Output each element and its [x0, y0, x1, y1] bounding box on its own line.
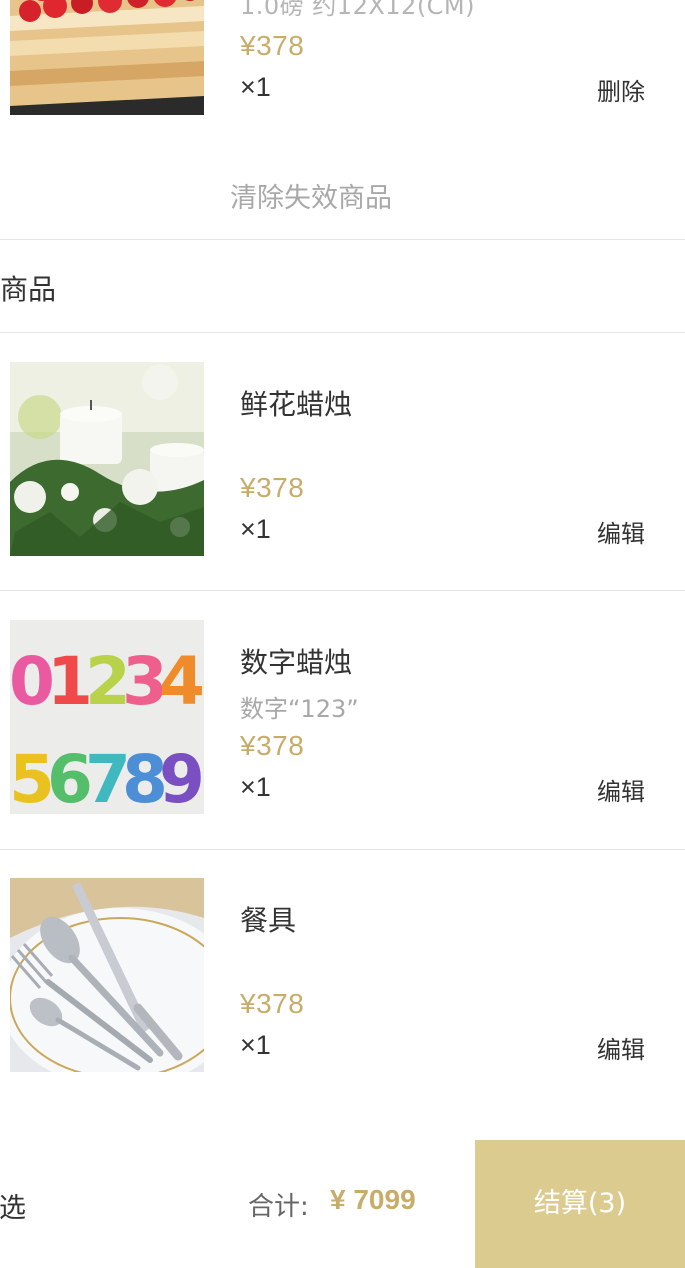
candle-digit-9: 9	[159, 741, 204, 814]
invalid-item-image	[10, 0, 204, 115]
item-spec: 数字“123”	[240, 695, 359, 723]
number-candle-image[interactable]: 0 1 2 3 4 5 6 7 8 9	[10, 620, 204, 814]
cutlery-image[interactable]	[10, 878, 204, 1072]
item-name: 鲜花蜡烛	[240, 388, 353, 421]
item-quantity: ×1	[240, 772, 271, 802]
delete-button[interactable]: 删除	[597, 72, 645, 107]
item-divider	[0, 590, 685, 591]
section-divider	[0, 239, 685, 240]
item-name: 数字蜡烛	[240, 646, 353, 679]
optional-section-title: 选商品	[0, 273, 57, 306]
item-price: ¥378	[240, 730, 305, 761]
bottom-bar: 全选 合计: ¥ 7099 结算(3)	[0, 1140, 685, 1268]
item-name: 餐具	[240, 904, 297, 937]
invalid-item-spec: 1.0磅 约12X12(CM)	[240, 0, 476, 20]
total-amount: ¥ 7099	[330, 1184, 416, 1215]
total-label: 合计:	[248, 1192, 309, 1222]
flower-candle-art	[10, 362, 204, 556]
item-divider	[0, 849, 685, 850]
number-candle-art: 0 1 2 3 4 5 6 7 8 9	[10, 620, 204, 814]
edit-button[interactable]: 编辑	[597, 1030, 645, 1065]
item-price: ¥378	[240, 988, 305, 1019]
item-quantity: ×1	[240, 514, 271, 544]
edit-button[interactable]: 编辑	[597, 772, 645, 807]
invalid-item-quantity: ×1	[240, 72, 271, 102]
candle-digit-4: 4	[159, 643, 204, 720]
clear-invalid-items-button[interactable]: 清除失效商品	[0, 176, 622, 215]
edit-button[interactable]: 编辑	[597, 514, 645, 549]
invalid-item-price: ¥378	[240, 30, 305, 61]
item-quantity: ×1	[240, 1030, 271, 1060]
cutlery-art	[10, 878, 204, 1072]
flower-candle-image[interactable]	[10, 362, 204, 556]
checkout-button[interactable]: 结算(3)	[475, 1140, 685, 1268]
section-divider	[0, 332, 685, 333]
select-all-button[interactable]: 全选	[0, 1186, 26, 1225]
cake-image-art	[10, 0, 204, 115]
item-price: ¥378	[240, 472, 305, 503]
